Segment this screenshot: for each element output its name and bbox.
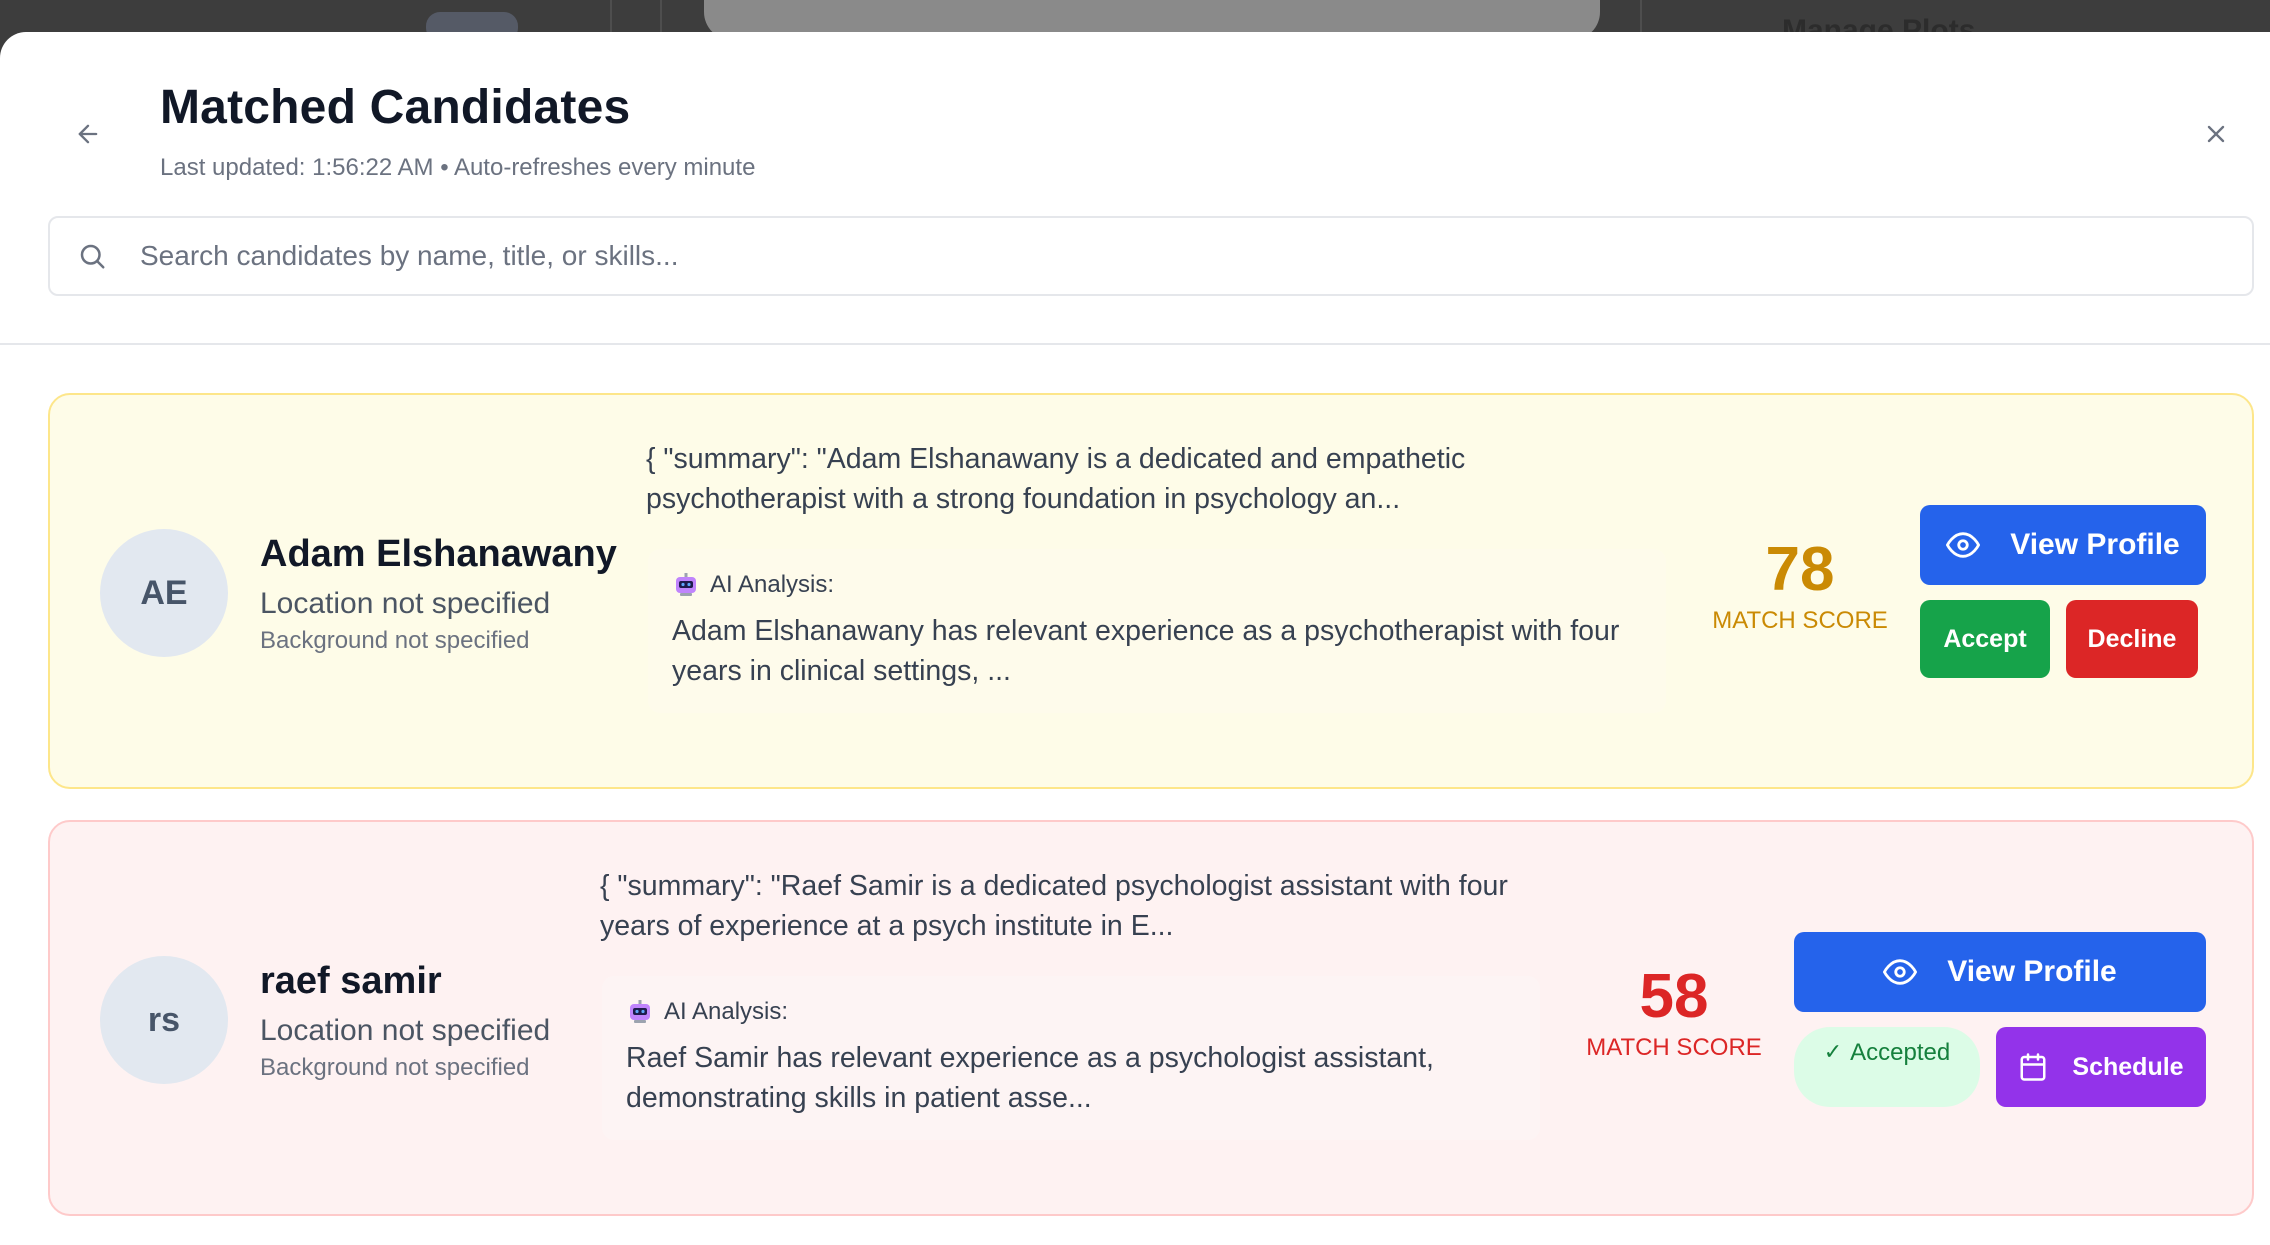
back-button[interactable]: [68, 114, 108, 154]
match-score-label: MATCH SCORE: [1586, 1034, 1762, 1061]
divider: [660, 0, 662, 32]
check-icon: ✓: [1823, 1039, 1843, 1064]
divider: [1640, 0, 1642, 32]
robot-icon: [676, 573, 696, 596]
ai-analysis-header: AI Analysis:: [626, 998, 788, 1026]
accept-label: Accept: [1943, 624, 2027, 653]
decline-button[interactable]: Decline: [2066, 600, 2198, 678]
divider: [610, 0, 612, 32]
ai-analysis-box: AI Analysis: Adam Elshanawany has releva…: [648, 549, 1666, 713]
avatar: rs: [100, 956, 228, 1084]
schedule-button[interactable]: Schedule: [1996, 1027, 2206, 1107]
candidate-summary: { "summary": "Raef Samir is a dedicated …: [600, 870, 1508, 942]
candidate-background: Background not specified: [260, 1054, 530, 1081]
eye-icon: [1883, 959, 1918, 985]
modal-header: Matched Candidates Last updated: 1:56:22…: [0, 32, 2270, 345]
accept-button[interactable]: Accept: [1920, 600, 2050, 678]
robot-icon: [630, 1000, 650, 1023]
match-score-value: 58: [1639, 962, 1709, 1031]
candidate-card: rs raef samir Location not specified Bac…: [48, 820, 2254, 1216]
match-score-label: MATCH SCORE: [1712, 607, 1888, 634]
accepted-status-badge: ✓ Accepted: [1794, 1027, 1980, 1107]
candidate-card: AE Adam Elshanawany Location not specifi…: [48, 393, 2254, 789]
close-icon: [2207, 125, 2225, 143]
matched-candidates-modal: Matched Candidates Last updated: 1:56:22…: [0, 32, 2270, 1245]
candidate-name: Adam Elshanawany: [260, 533, 617, 575]
last-updated-text: Last updated: 1:56:22 AM • Auto-refreshe…: [160, 154, 756, 181]
decline-label: Decline: [2087, 624, 2177, 653]
match-score: 78 MATCH SCORE: [1710, 537, 1890, 635]
accepted-label: Accepted: [1850, 1039, 1951, 1066]
ai-analysis-box: AI Analysis: Raef Samir has relevant exp…: [602, 976, 1540, 1140]
view-profile-button[interactable]: View Profile: [1794, 932, 2206, 1012]
ai-analysis-text: Raef Samir has relevant experience as a …: [626, 1042, 1434, 1114]
candidate-name: raef samir: [260, 960, 442, 1002]
ai-analysis-header: AI Analysis:: [672, 571, 834, 599]
eye-icon: [1946, 532, 1981, 558]
ai-analysis-label: AI Analysis:: [710, 571, 835, 598]
candidate-background: Background not specified: [260, 627, 530, 654]
avatar: AE: [100, 529, 228, 657]
candidate-summary: { "summary": "Adam Elshanawany is a dedi…: [646, 443, 1466, 515]
calendar-icon: [2020, 1053, 2046, 1081]
candidate-location: Location not specified: [260, 1014, 551, 1047]
view-profile-label: View Profile: [1947, 955, 2117, 988]
page-title: Matched Candidates: [160, 81, 631, 134]
candidate-location: Location not specified: [260, 587, 551, 620]
match-score-value: 78: [1765, 535, 1835, 604]
search-icon: [72, 236, 112, 276]
view-profile-button[interactable]: View Profile: [1920, 505, 2206, 585]
match-score: 58 MATCH SCORE: [1584, 964, 1764, 1062]
search-input[interactable]: [140, 240, 2220, 272]
ai-analysis-label: AI Analysis:: [664, 998, 789, 1025]
schedule-label: Schedule: [2072, 1052, 2184, 1081]
arrow-left-icon: [78, 124, 98, 144]
close-button[interactable]: [2196, 114, 2236, 154]
view-profile-label: View Profile: [2010, 528, 2180, 561]
search-box: [48, 216, 2254, 296]
ai-analysis-text: Adam Elshanawany has relevant experience…: [672, 615, 1620, 687]
